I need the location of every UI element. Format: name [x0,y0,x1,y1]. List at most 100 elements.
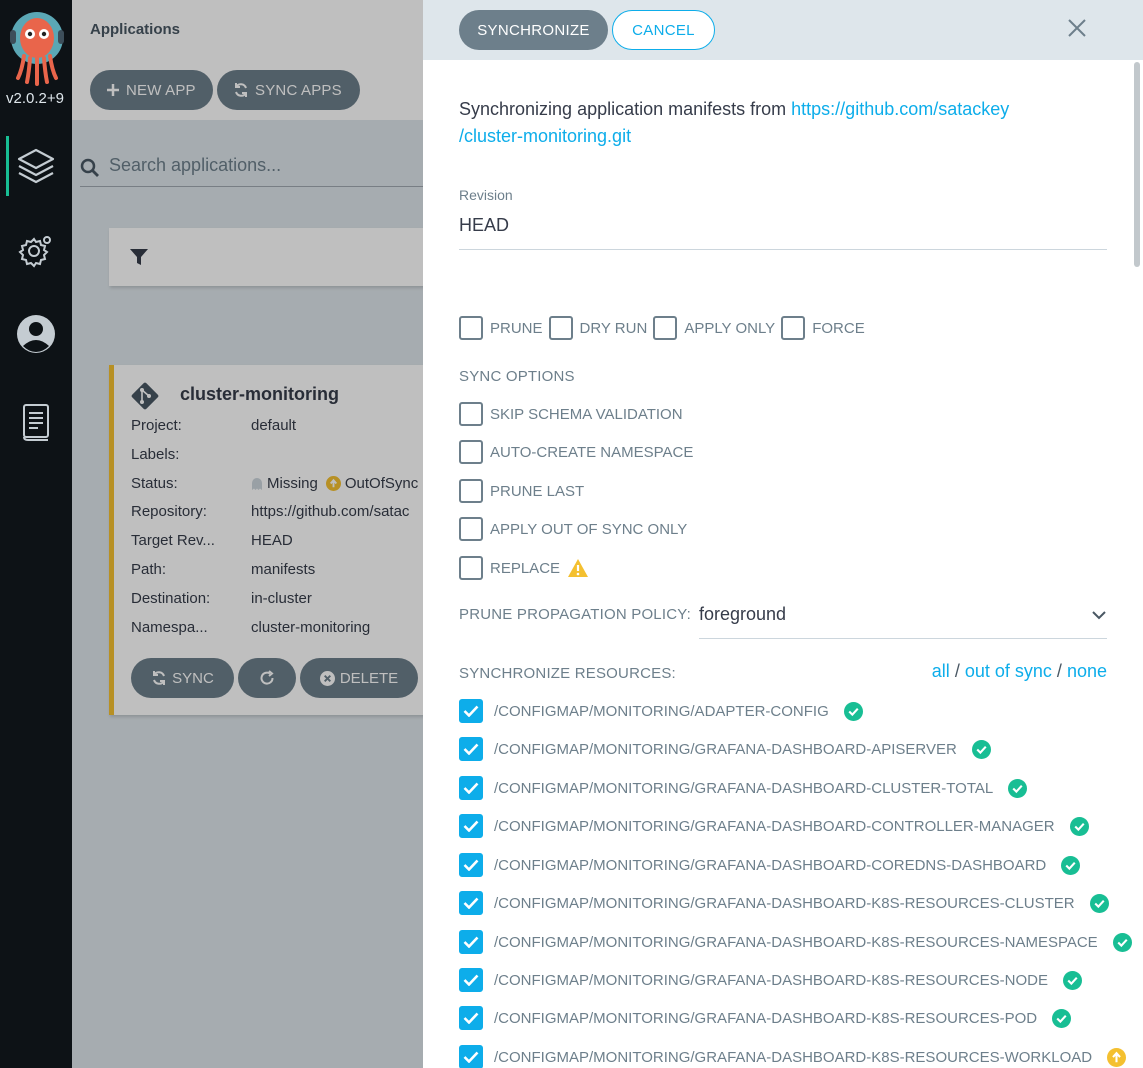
synced-check-icon [1062,970,1082,990]
revision-label: Revision [459,187,513,203]
prune-policy-value: foreground [699,604,787,624]
nav-user-info[interactable] [0,304,72,364]
force-checkbox[interactable] [781,316,806,340]
apply-out-of-sync-only-option[interactable]: APPLY OUT OF SYNC ONLY [459,517,687,541]
select-out-of-sync-link[interactable]: out of sync [965,661,1052,681]
replace-checkbox[interactable] [459,556,483,580]
resource-row[interactable]: /CONFIGMAP/MONITORING/GRAFANA-DASHBOARD-… [459,737,991,761]
revision-input[interactable]: HEAD [459,210,1107,250]
separator: / [1056,661,1062,681]
resource-row[interactable]: /CONFIGMAP/MONITORING/GRAFANA-DASHBOARD-… [459,968,1082,992]
dry-run-option[interactable]: DRY RUN [548,316,648,340]
option-label: FORCE [812,319,865,337]
resource-row[interactable]: /CONFIGMAP/MONITORING/GRAFANA-DASHBOARD-… [459,1045,1127,1068]
nav-settings[interactable] [0,220,72,280]
version-label: v2.0.2+9 [6,90,64,107]
prune-last-checkbox[interactable] [459,479,483,503]
option-label: SKIP SCHEMA VALIDATION [490,405,683,423]
synced-check-icon [843,701,863,721]
skip-schema-validation-option[interactable]: SKIP SCHEMA VALIDATION [459,402,683,426]
book-icon [23,404,49,441]
option-label: PRUNE [490,319,543,337]
left-nav: v2.0.2+9 [0,0,72,1068]
resource-name: /CONFIGMAP/MONITORING/GRAFANA-DASHBOARD-… [494,779,994,797]
cancel-button[interactable]: CANCEL [612,10,715,50]
nav-applications[interactable] [0,136,72,196]
resource-checkbox[interactable] [459,930,483,954]
apply-out-of-sync-only-checkbox[interactable] [459,517,483,541]
nav-documentation[interactable] [0,392,72,452]
resource-checkbox[interactable] [459,968,483,992]
resource-checkbox[interactable] [459,853,483,877]
prune-last-option[interactable]: PRUNE LAST [459,479,584,503]
auto-create-namespace-option[interactable]: AUTO-CREATE NAMESPACE [459,440,693,464]
resource-checkbox[interactable] [459,1006,483,1030]
out-of-sync-icon [1107,1047,1127,1067]
resource-row[interactable]: /CONFIGMAP/MONITORING/GRAFANA-DASHBOARD-… [459,814,1089,838]
resource-checkbox[interactable] [459,776,483,800]
resource-checkbox[interactable] [459,814,483,838]
prune-policy-label: PRUNE PROPAGATION POLICY: [459,606,691,623]
synchronize-button[interactable]: SYNCHRONIZE [459,10,608,50]
skip-schema-validation-checkbox[interactable] [459,402,483,426]
resource-name: /CONFIGMAP/MONITORING/GRAFANA-DASHBOARD-… [494,740,957,758]
resource-row[interactable]: /CONFIGMAP/MONITORING/GRAFANA-DASHBOARD-… [459,1006,1072,1030]
synced-check-icon [1061,855,1081,875]
apply-only-option[interactable]: APPLY ONLY [653,316,775,340]
resource-checkbox[interactable] [459,737,483,761]
resource-name: /CONFIGMAP/MONITORING/GRAFANA-DASHBOARD-… [494,971,1048,989]
resource-selectors: all / out of sync / none [932,661,1107,682]
repo-link[interactable]: https://github.com/satackey [791,99,1009,119]
synced-check-icon [1112,932,1132,952]
close-icon[interactable] [1063,14,1091,42]
resource-row[interactable]: /CONFIGMAP/MONITORING/GRAFANA-DASHBOARD-… [459,891,1109,915]
resource-name: /CONFIGMAP/MONITORING/GRAFANA-DASHBOARD-… [494,817,1055,835]
prune-policy-select[interactable]: foreground [699,597,1107,639]
dry-run-checkbox[interactable] [548,316,573,340]
resource-row[interactable]: /CONFIGMAP/MONITORING/GRAFANA-DASHBOARD-… [459,930,1132,954]
layers-icon [17,148,55,184]
sync-panel: SYNCHRONIZE CANCEL Synchronizing applica… [423,0,1143,1068]
option-label: PRUNE LAST [490,482,585,500]
sync-panel-header: SYNCHRONIZE CANCEL [423,0,1143,60]
replace-option[interactable]: REPLACE [459,556,589,580]
resource-row[interactable]: /CONFIGMAP/MONITORING/ADAPTER-CONFIG [459,699,863,723]
synced-check-icon [1052,1008,1072,1028]
resource-row[interactable]: /CONFIGMAP/MONITORING/GRAFANA-DASHBOARD-… [459,853,1081,877]
resource-checkbox[interactable] [459,699,483,723]
argo-logo[interactable] [8,8,66,86]
sync-resources-heading: SYNCHRONIZE RESOURCES: [459,665,676,682]
resource-name: /CONFIGMAP/MONITORING/GRAFANA-DASHBOARD-… [494,1048,1093,1066]
chevron-down-icon [1092,610,1106,619]
option-label: APPLY ONLY [684,319,776,337]
panel-scrollbar[interactable] [1133,60,1141,1068]
resource-row[interactable]: /CONFIGMAP/MONITORING/GRAFANA-DASHBOARD-… [459,776,1028,800]
resource-name: /CONFIGMAP/MONITORING/GRAFANA-DASHBOARD-… [494,1009,1038,1027]
sync-options-heading: SYNC OPTIONS [459,368,575,385]
user-icon [17,315,55,353]
option-label: AUTO-CREATE NAMESPACE [490,443,694,461]
warning-icon[interactable] [567,558,589,578]
modal-backdrop[interactable] [72,0,423,1068]
apply-only-checkbox[interactable] [653,316,678,340]
select-none-link[interactable]: none [1067,661,1107,681]
prune-option[interactable]: PRUNE [459,316,543,340]
select-all-link[interactable]: all [932,661,950,681]
separator: / [954,661,960,681]
synced-check-icon [1069,816,1089,836]
force-option[interactable]: FORCE [781,316,865,340]
gears-icon [18,236,51,268]
auto-create-namespace-checkbox[interactable] [459,440,483,464]
option-label: REPLACE [490,559,561,577]
sync-flags: PRUNE DRY RUN APPLY ONLY FORCE [459,316,871,340]
resource-name: /CONFIGMAP/MONITORING/GRAFANA-DASHBOARD-… [494,894,1075,912]
prune-checkbox[interactable] [459,316,483,340]
resource-name: /CONFIGMAP/MONITORING/ADAPTER-CONFIG [494,702,829,720]
resource-checkbox[interactable] [459,1045,483,1068]
option-label: DRY RUN [579,319,648,337]
synced-check-icon [1089,893,1109,913]
repo-link-continued[interactable]: /cluster-monitoring.git [459,126,631,146]
scrollbar-thumb[interactable] [1134,62,1140,267]
option-label: APPLY OUT OF SYNC ONLY [490,520,688,538]
resource-checkbox[interactable] [459,891,483,915]
